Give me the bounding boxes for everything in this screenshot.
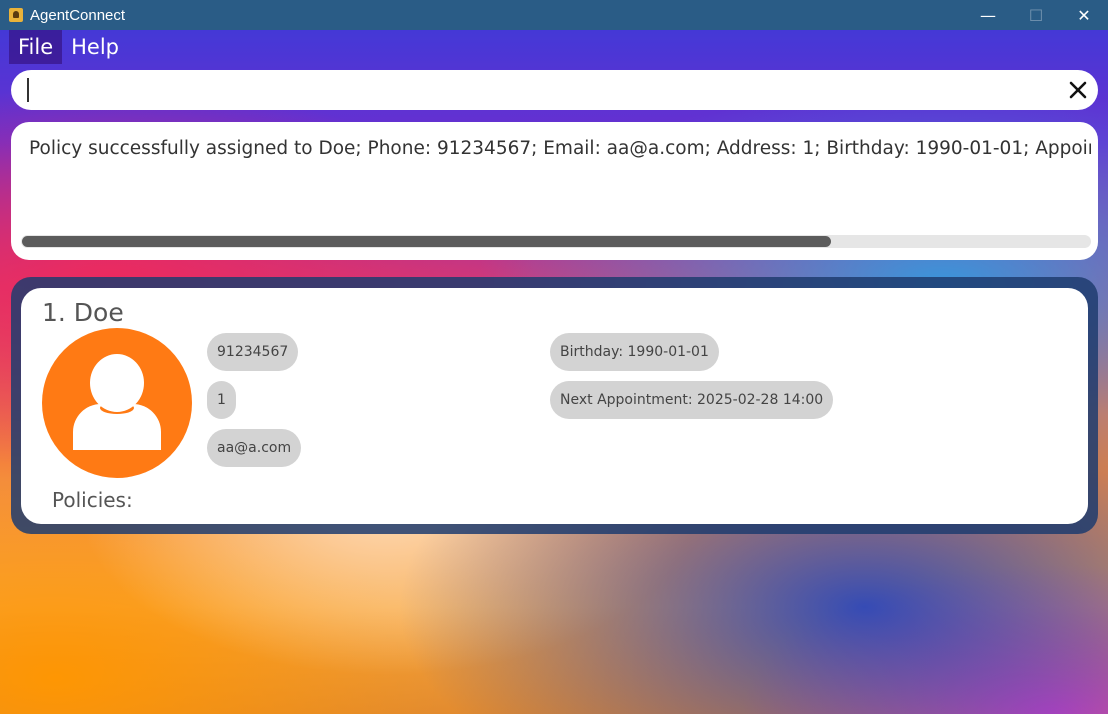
avatar-head xyxy=(90,354,144,412)
app-window: AgentConnect — ☐ ✕ File Help Policy succ… xyxy=(0,0,1108,714)
command-input[interactable] xyxy=(27,75,1051,107)
close-icon[interactable] xyxy=(1068,80,1088,100)
scrollbar-thumb[interactable] xyxy=(22,236,831,247)
menu-help[interactable]: Help xyxy=(62,30,128,64)
address-chip: 1 xyxy=(207,381,236,419)
app-icon xyxy=(9,8,23,22)
maximize-button[interactable]: ☐ xyxy=(1012,0,1060,30)
email-chip: aa@a.com xyxy=(207,429,302,467)
text-caret xyxy=(27,78,29,102)
birthday-chip: Birthday: 1990-01-01 xyxy=(550,333,719,371)
appointment-chip: Next Appointment: 2025-02-28 14:00 xyxy=(550,381,834,419)
title-bar: AgentConnect — ☐ ✕ xyxy=(0,0,1108,30)
policies-label: Policies: xyxy=(52,488,133,512)
command-box xyxy=(11,70,1098,110)
horizontal-scrollbar[interactable] xyxy=(21,235,1091,248)
phone-chip: 91234567 xyxy=(207,333,299,371)
menu-file[interactable]: File xyxy=(9,30,63,64)
minimize-button[interactable]: — xyxy=(964,0,1012,30)
result-message: Policy successfully assigned to Doe; Pho… xyxy=(29,138,1091,159)
window-controls: — ☐ ✕ xyxy=(964,0,1108,30)
window-title: AgentConnect xyxy=(30,6,126,24)
result-display: Policy successfully assigned to Doe; Pho… xyxy=(11,122,1098,260)
person-name: 1. Doe xyxy=(42,298,124,327)
menu-bar: File Help xyxy=(9,30,128,64)
user-icon xyxy=(42,328,192,478)
close-window-button[interactable]: ✕ xyxy=(1060,0,1108,30)
